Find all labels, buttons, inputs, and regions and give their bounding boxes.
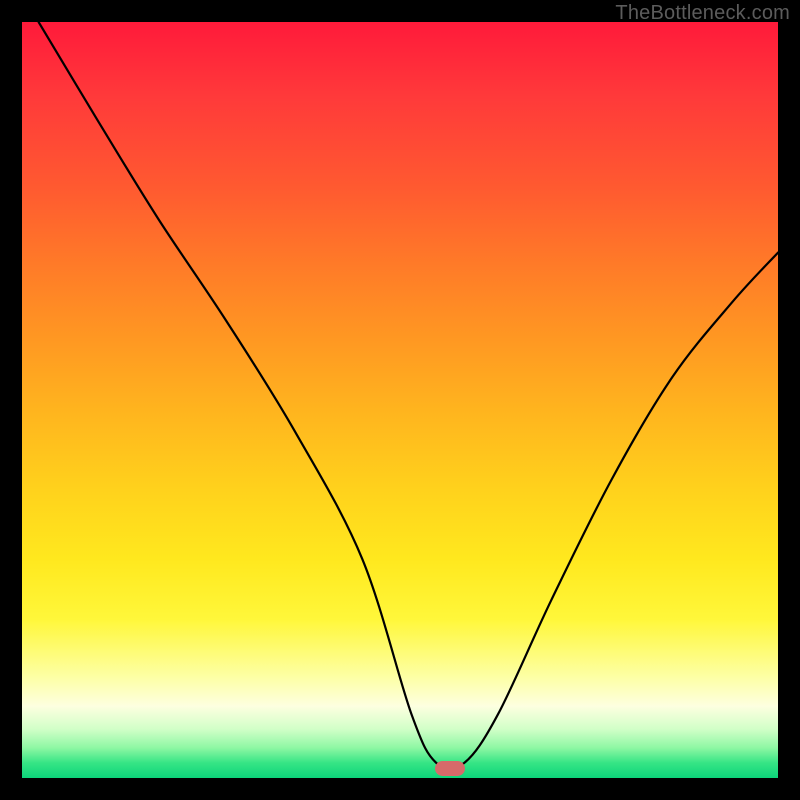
optimal-marker (435, 761, 465, 776)
curve-path (39, 22, 778, 769)
chart-plot-area (22, 22, 778, 778)
bottleneck-curve (22, 22, 778, 778)
attribution-text: TheBottleneck.com (615, 2, 790, 25)
chart-frame: TheBottleneck.com (0, 0, 800, 800)
